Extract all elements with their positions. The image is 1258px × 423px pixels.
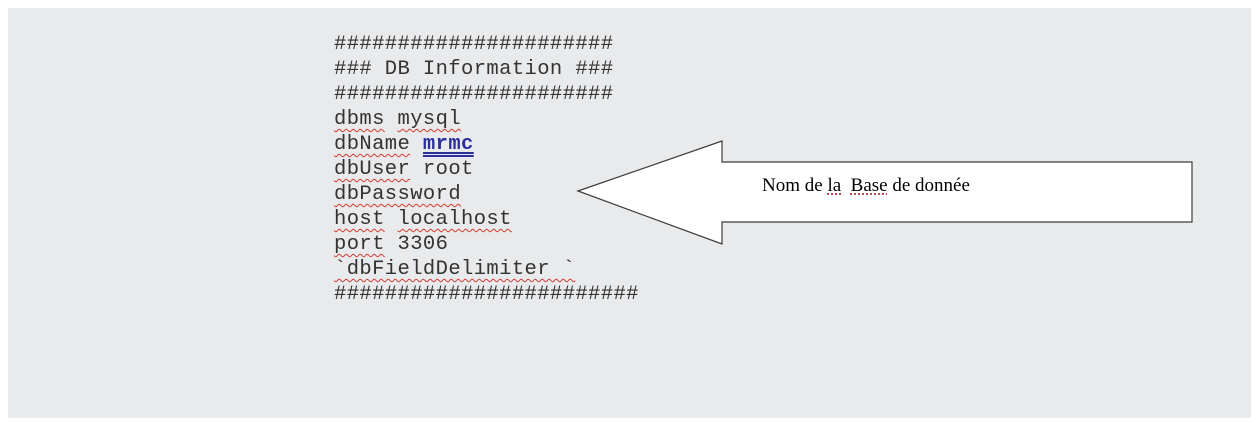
callout-part-1: Nom de xyxy=(762,175,828,196)
callout-part-3 xyxy=(841,175,851,196)
dbname-line: dbName mrmc xyxy=(334,132,639,157)
dbpassword-key: dbPassword xyxy=(334,183,462,206)
dbuser-key: dbUser xyxy=(334,158,411,181)
callout-part-5: de donnée xyxy=(887,175,970,196)
dbpassword-line: dbPassword xyxy=(334,182,639,207)
dbuser-value: root xyxy=(422,158,474,181)
callout-part-2: la xyxy=(827,175,842,196)
port-line: port 3306 xyxy=(334,232,639,257)
header-title: ### DB Information ### xyxy=(334,58,614,81)
dbname-key: dbName xyxy=(334,133,411,156)
host-line: host localhost xyxy=(334,207,639,232)
delimiter-line: `dbFieldDelimiter ` xyxy=(334,257,639,282)
callout-label: Nom de la Base de donnée xyxy=(762,175,970,197)
dbuser-line: dbUser root xyxy=(334,157,639,182)
dbms-value: mysql xyxy=(397,108,462,131)
config-text-block: ###################### ### DB Informatio… xyxy=(334,32,639,307)
dbms-line: dbms mysql xyxy=(334,107,639,132)
callout-part-4: Base xyxy=(850,175,888,196)
footer-border: ######################## xyxy=(334,283,639,306)
host-key: host xyxy=(334,208,385,231)
port-key: port xyxy=(334,233,385,256)
dbname-value: mrmc xyxy=(422,133,474,156)
port-value: 3306 xyxy=(397,233,449,256)
dbms-key: dbms xyxy=(334,108,385,131)
header-border-bottom: ###################### xyxy=(334,83,614,106)
delimiter-text: `dbFieldDelimiter ` xyxy=(334,258,576,281)
host-value: localhost xyxy=(397,208,512,231)
header-border-top: ###################### xyxy=(334,33,614,56)
